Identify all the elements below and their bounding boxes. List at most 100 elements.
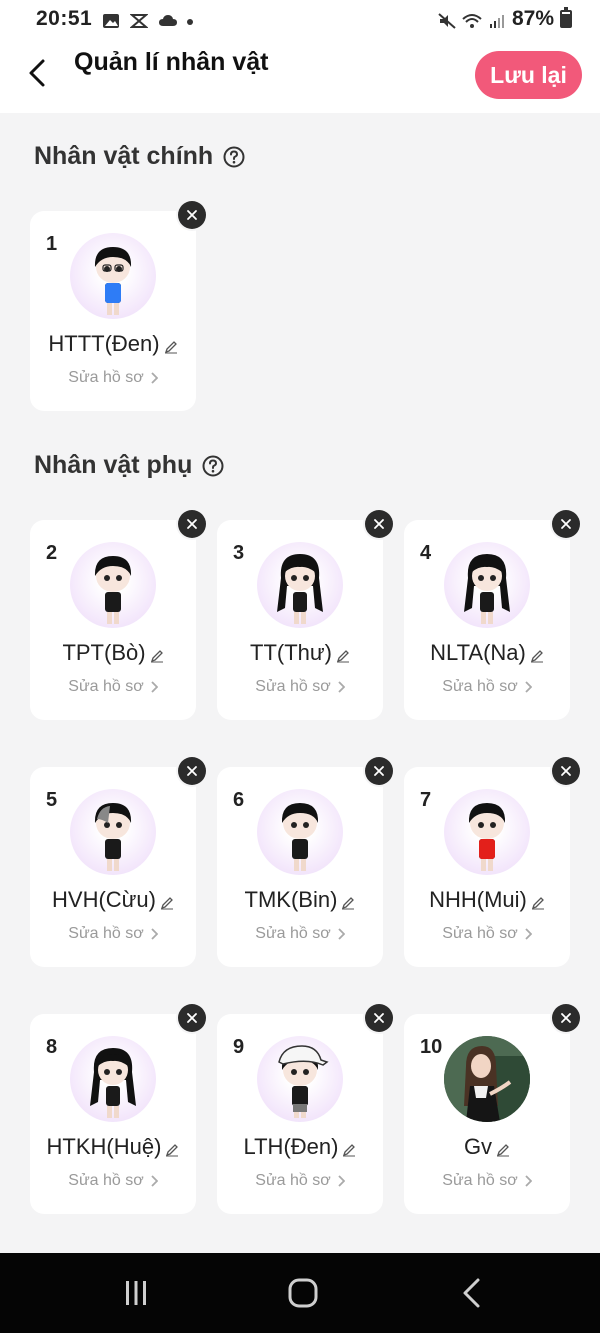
remove-button[interactable] bbox=[365, 757, 393, 785]
pencil-icon[interactable] bbox=[530, 649, 544, 663]
character-card[interactable]: 1 HTTT(Đen) Sửa hồ sơ bbox=[30, 201, 206, 411]
chevron-right-icon bbox=[337, 928, 345, 940]
character-avatar[interactable] bbox=[444, 1036, 530, 1122]
remove-button[interactable] bbox=[552, 510, 580, 538]
help-icon[interactable] bbox=[202, 455, 224, 477]
app-header: Quản lí nhân vật Lưu lại bbox=[0, 38, 600, 113]
character-card[interactable]: 10 Gv Sửa hồ sơ bbox=[404, 1004, 580, 1214]
pencil-icon[interactable] bbox=[165, 1143, 179, 1157]
edit-profile-link[interactable]: Sửa hồ sơ bbox=[217, 1172, 383, 1190]
pencil-icon[interactable] bbox=[341, 896, 355, 910]
character-avatar[interactable] bbox=[70, 542, 156, 628]
system-back-button[interactable] bbox=[452, 1275, 492, 1311]
main-characters-heading: Nhân vật chính bbox=[34, 142, 245, 171]
chevron-right-icon bbox=[524, 681, 532, 693]
edit-profile-label: Sửa hồ sơ bbox=[442, 678, 518, 695]
character-number: 8 bbox=[46, 1036, 58, 1058]
edit-profile-link[interactable]: Sửa hồ sơ bbox=[404, 925, 570, 943]
section-title: Nhân vật chính bbox=[34, 142, 214, 170]
character-card[interactable]: 2 TPT(Bò) Sửa hồ sơ bbox=[30, 510, 206, 720]
pencil-icon[interactable] bbox=[160, 896, 174, 910]
chevron-right-icon bbox=[524, 1175, 532, 1187]
save-button[interactable]: Lưu lại bbox=[475, 51, 582, 99]
character-avatar[interactable] bbox=[257, 542, 343, 628]
character-name: TT(Thư) bbox=[250, 640, 332, 665]
character-card[interactable]: 5 HVH(Cừu) Sửa hồ sơ bbox=[30, 757, 206, 967]
character-avatar[interactable] bbox=[70, 233, 156, 319]
character-avatar[interactable] bbox=[444, 542, 530, 628]
character-card[interactable]: 9 LTH(Đen) Sửa hồ sơ bbox=[217, 1004, 393, 1214]
side-characters-heading: Nhân vật phụ bbox=[34, 451, 224, 480]
remove-button[interactable] bbox=[365, 510, 393, 538]
pencil-icon[interactable] bbox=[164, 340, 178, 354]
character-card[interactable]: 4 NLTA(Na) Sửa hồ sơ bbox=[404, 510, 580, 720]
character-name: TPT(Bò) bbox=[62, 640, 146, 665]
character-card[interactable]: 6 TMK(Bin) Sửa hồ sơ bbox=[217, 757, 393, 967]
help-icon[interactable] bbox=[223, 146, 245, 168]
mute-icon bbox=[438, 11, 456, 29]
battery-percent: 87% bbox=[511, 7, 554, 30]
remove-button[interactable] bbox=[178, 1004, 206, 1032]
app-icon bbox=[129, 11, 149, 28]
close-icon bbox=[561, 766, 571, 776]
remove-button[interactable] bbox=[365, 1004, 393, 1032]
recent-apps-button[interactable] bbox=[116, 1275, 156, 1311]
character-number: 7 bbox=[420, 789, 432, 811]
character-avatar[interactable] bbox=[70, 1036, 156, 1122]
system-nav-bar bbox=[0, 1253, 600, 1333]
character-number: 6 bbox=[233, 789, 245, 811]
edit-profile-label: Sửa hồ sơ bbox=[68, 1172, 144, 1189]
character-avatar[interactable] bbox=[257, 789, 343, 875]
recents-icon bbox=[126, 1281, 146, 1305]
edit-profile-link[interactable]: Sửa hồ sơ bbox=[404, 1172, 570, 1190]
character-avatar[interactable] bbox=[70, 789, 156, 875]
character-card[interactable]: 3 TT(Thư) Sửa hồ sơ bbox=[217, 510, 393, 720]
character-card[interactable]: 8 HTKH(Huệ) Sửa hồ sơ bbox=[30, 1004, 206, 1214]
edit-profile-link[interactable]: Sửa hồ sơ bbox=[30, 678, 196, 696]
edit-profile-label: Sửa hồ sơ bbox=[442, 925, 518, 942]
edit-profile-link[interactable]: Sửa hồ sơ bbox=[217, 925, 383, 943]
close-icon bbox=[374, 519, 384, 529]
character-avatar[interactable] bbox=[257, 1036, 343, 1122]
pencil-icon[interactable] bbox=[531, 896, 545, 910]
close-icon bbox=[187, 519, 197, 529]
close-icon bbox=[561, 1013, 571, 1023]
character-avatar[interactable] bbox=[444, 789, 530, 875]
wifi-icon bbox=[462, 11, 482, 28]
pencil-icon[interactable] bbox=[342, 1143, 356, 1157]
chevron-right-icon bbox=[337, 681, 345, 693]
remove-button[interactable] bbox=[552, 757, 580, 785]
signal-icon bbox=[488, 11, 506, 28]
pencil-icon[interactable] bbox=[336, 649, 350, 663]
chevron-right-icon bbox=[337, 1175, 345, 1187]
character-name: HTKH(Huệ) bbox=[46, 1134, 162, 1159]
dot-icon bbox=[186, 11, 194, 27]
close-icon bbox=[187, 766, 197, 776]
remove-button[interactable] bbox=[178, 510, 206, 538]
edit-profile-link[interactable]: Sửa hồ sơ bbox=[30, 925, 196, 943]
edit-profile-link[interactable]: Sửa hồ sơ bbox=[30, 369, 196, 387]
home-button[interactable] bbox=[283, 1275, 323, 1311]
character-name: HTTT(Đen) bbox=[48, 331, 160, 356]
edit-profile-label: Sửa hồ sơ bbox=[68, 925, 144, 942]
character-card[interactable]: 7 NHH(Mui) Sửa hồ sơ bbox=[404, 757, 580, 967]
back-button[interactable] bbox=[22, 58, 52, 88]
edit-profile-label: Sửa hồ sơ bbox=[255, 678, 331, 695]
remove-button[interactable] bbox=[178, 757, 206, 785]
edit-profile-link[interactable]: Sửa hồ sơ bbox=[404, 678, 570, 696]
pencil-icon[interactable] bbox=[496, 1143, 510, 1157]
status-bar: 20:51 87% bbox=[0, 0, 600, 38]
pencil-icon[interactable] bbox=[150, 649, 164, 663]
edit-profile-link[interactable]: Sửa hồ sơ bbox=[30, 1172, 196, 1190]
character-name: NHH(Mui) bbox=[429, 887, 527, 912]
close-icon bbox=[187, 1013, 197, 1023]
close-icon bbox=[561, 519, 571, 529]
chevron-right-icon bbox=[150, 372, 158, 384]
remove-button[interactable] bbox=[178, 201, 206, 229]
close-icon bbox=[187, 210, 197, 220]
character-number: 1 bbox=[46, 233, 58, 255]
remove-button[interactable] bbox=[552, 1004, 580, 1032]
edit-profile-link[interactable]: Sửa hồ sơ bbox=[217, 678, 383, 696]
edit-profile-label: Sửa hồ sơ bbox=[442, 1172, 518, 1189]
chevron-left-icon bbox=[29, 59, 45, 87]
